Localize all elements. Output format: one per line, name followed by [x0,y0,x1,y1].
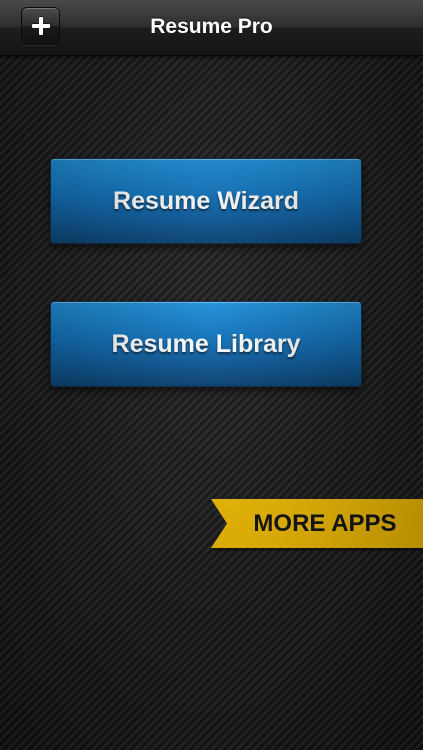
plus-icon [31,17,50,35]
resume-library-button[interactable]: Resume Library [50,301,362,387]
navigation-bar: Resume Pro [0,0,423,56]
resume-wizard-button[interactable]: Resume Wizard [50,158,362,244]
page-title: Resume Pro [150,15,273,38]
app-screen: Resume Pro Resume Wizard Resume Library … [0,0,423,750]
more-apps-button[interactable]: MORE APPS [211,499,423,548]
more-apps-label: MORE APPS [253,510,397,537]
add-button[interactable] [21,7,60,45]
